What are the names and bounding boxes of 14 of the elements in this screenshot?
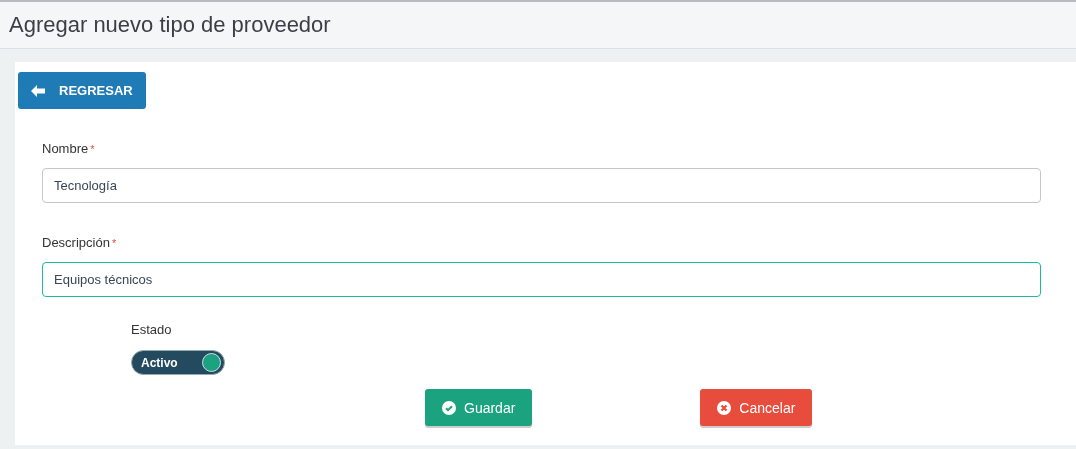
field-label: Descripción*: [42, 235, 118, 250]
required-mark: *: [111, 237, 117, 249]
page-title: Agregar nuevo tipo de proveedor: [9, 12, 331, 38]
text-field[interactable]: Equipos técnicos: [42, 262, 1041, 297]
status-toggle[interactable]: Activo: [131, 350, 225, 375]
check-circle-icon: [442, 400, 456, 415]
arrow-left-icon: [31, 84, 45, 97]
text-field[interactable]: Tecnología: [42, 168, 1041, 203]
close-circle-icon: [717, 400, 732, 415]
field-label: Nombre*: [42, 141, 96, 156]
required-mark: *: [90, 143, 95, 155]
cancel-button[interactable]: Cancelar: [700, 389, 813, 426]
back-button[interactable]: REGRESAR: [18, 72, 146, 109]
status-label: Estado: [131, 322, 173, 337]
